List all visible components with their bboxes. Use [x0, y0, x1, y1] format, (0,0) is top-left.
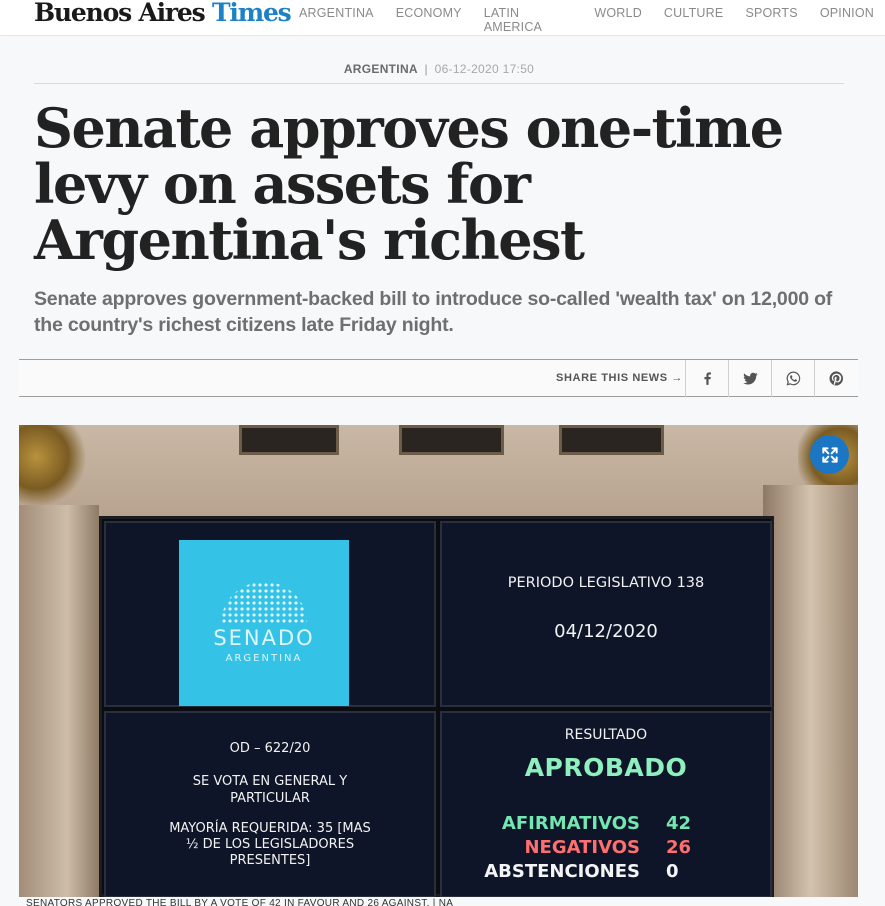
share-facebook-button[interactable]	[685, 360, 728, 397]
vote-count: 0	[666, 861, 679, 882]
vote-display-board: SENADO ARGENTINA PERIODO LEGISLATIVO 138…	[99, 516, 774, 897]
senate-hemicycle-icon	[221, 582, 307, 624]
photo-window	[239, 425, 339, 455]
facebook-icon	[703, 372, 711, 385]
arrow-right-icon: →	[671, 372, 683, 384]
logo-text-buenos-aires: Buenos Aires	[34, 0, 206, 27]
share-pinterest-button[interactable]	[814, 360, 857, 397]
logo-text-times: Times	[212, 0, 292, 27]
vote-label: NEGATIVOS	[524, 837, 640, 858]
article-subheadline: Senate approves government-backed bill t…	[34, 288, 833, 336]
expand-photo-button[interactable]	[810, 435, 849, 474]
nav-item-sports[interactable]: SPORTS	[745, 6, 797, 34]
meta-divider	[34, 83, 844, 84]
photo-caption: SENATORS APPROVED THE BILL BY A VOTE OF …	[26, 898, 454, 906]
senado-logo-subtext: ARGENTINA	[225, 653, 303, 664]
result-label: RESULTADO	[564, 727, 648, 743]
article-headline: Senate approves one-time levy on assets …	[34, 96, 784, 272]
nav-item-world[interactable]: WORLD	[594, 6, 642, 34]
photo-ornament	[19, 425, 89, 505]
share-twitter-button[interactable]	[728, 360, 771, 397]
article-photo[interactable]: SENADO ARGENTINA PERIODO LEGISLATIVO 138…	[19, 425, 858, 897]
top-navigation-bar: Buenos Aires Times ARGENTINA ECONOMY LAT…	[0, 0, 885, 36]
vote-type: SE VOTA EN GENERAL Y PARTICULAR	[192, 774, 348, 806]
nav-item-culture[interactable]: CULTURE	[664, 6, 724, 34]
section-link[interactable]: ARGENTINA	[344, 62, 418, 76]
share-whatsapp-button[interactable]	[771, 360, 814, 397]
photo-window	[559, 425, 664, 455]
nav-item-latin-america[interactable]: LATIN AMERICA	[484, 6, 573, 34]
bill-info-panel: OD – 622/20 SE VOTA EN GENERAL Y PARTICU…	[104, 711, 436, 897]
senado-logo-text: SENADO	[213, 626, 315, 650]
publish-date: 06-12-2020 17:50	[434, 62, 535, 76]
photo-column	[763, 485, 858, 897]
photo-window	[399, 425, 504, 455]
expand-icon	[821, 446, 838, 463]
whatsapp-icon	[786, 371, 800, 386]
vote-count: 42	[666, 813, 692, 834]
senado-logo: SENADO ARGENTINA	[179, 540, 349, 706]
site-logo[interactable]: Buenos Aires Times	[34, 0, 292, 30]
share-label: SHARE THIS NEWS →	[556, 372, 683, 384]
result-status: APROBADO	[524, 753, 688, 782]
session-date: 04/12/2020	[554, 621, 658, 642]
share-bar: SHARE THIS NEWS →	[19, 359, 858, 397]
legislative-period: PERIODO LEGISLATIVO 138	[507, 575, 705, 591]
vote-label: AFIRMATIVOS	[501, 813, 640, 834]
twitter-icon	[742, 372, 758, 385]
order-of-day: OD – 622/20	[229, 741, 311, 756]
pinterest-icon	[828, 371, 843, 386]
nav-item-argentina[interactable]: ARGENTINA	[299, 6, 374, 34]
senado-logo-panel: SENADO ARGENTINA	[104, 521, 436, 707]
article-meta: ARGENTINA | 06-12-2020 17:50	[34, 62, 844, 76]
main-nav: ARGENTINA ECONOMY LATIN AMERICA WORLD CU…	[288, 6, 885, 34]
required-majority: MAYORÍA REQUERIDA: 35 [MAS ½ DE LOS LEGI…	[169, 821, 371, 868]
photo-column	[19, 505, 99, 897]
period-panel: PERIODO LEGISLATIVO 138 04/12/2020	[440, 521, 772, 707]
nav-item-economy[interactable]: ECONOMY	[396, 6, 462, 34]
result-panel: RESULTADO APROBADO AFIRMATIVOS 42 NEGATI…	[440, 711, 772, 897]
meta-separator: |	[424, 62, 428, 76]
share-label-text: SHARE THIS NEWS	[556, 372, 668, 384]
vote-label: ABSTENCIONES	[484, 861, 640, 882]
nav-item-opinion[interactable]: OPINION	[820, 6, 874, 34]
vote-count: 26	[666, 837, 692, 858]
